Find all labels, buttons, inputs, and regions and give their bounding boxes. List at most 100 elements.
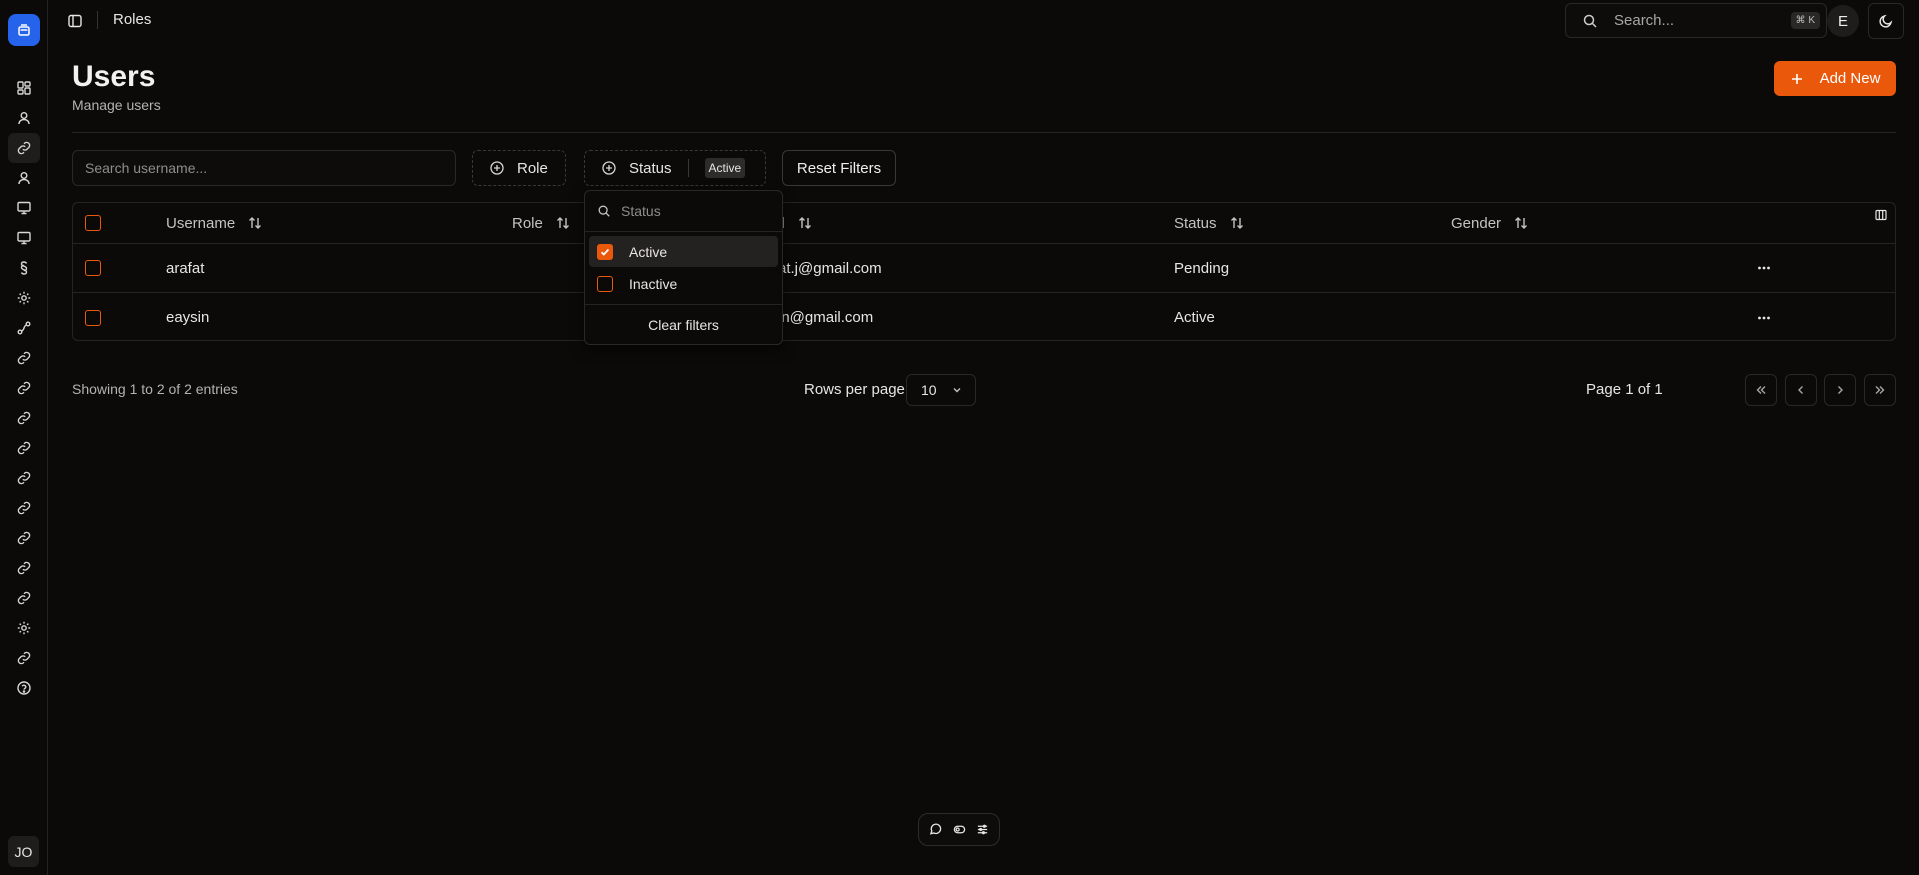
user-avatar[interactable]: E: [1827, 5, 1859, 37]
sidebar-item-19[interactable]: [8, 643, 40, 673]
search-icon: [597, 204, 611, 218]
moon-icon: [1879, 14, 1893, 28]
link-icon: [16, 470, 32, 486]
clear-filters-button[interactable]: Clear filters: [589, 309, 778, 340]
gear-icon: [16, 290, 32, 306]
status-filter-button[interactable]: Status Active: [584, 150, 766, 186]
sidebar-item-17[interactable]: [8, 583, 40, 613]
table-row[interactable]: eaysin in@gmail.com Active: [73, 293, 1895, 342]
username-search-input[interactable]: [72, 150, 456, 186]
previous-page-button[interactable]: [1785, 374, 1817, 406]
chat-icon[interactable]: [929, 823, 942, 836]
sidebar-item-7[interactable]: [8, 283, 40, 313]
link-icon: [16, 410, 32, 426]
sidebar-item-5[interactable]: [8, 223, 40, 253]
rows-per-page-value: 10: [921, 382, 937, 398]
sidebar-item-18[interactable]: [8, 613, 40, 643]
status-search-field[interactable]: Status: [585, 191, 782, 232]
sidebar-item-9[interactable]: [8, 343, 40, 373]
sidebar-item-14[interactable]: [8, 493, 40, 523]
rows-per-page-select[interactable]: 10: [906, 374, 976, 406]
sidebar-toggle-button[interactable]: [64, 10, 86, 32]
checkbox-unchecked[interactable]: [597, 275, 613, 292]
cell-status: Active: [1174, 309, 1215, 326]
sidebar: JO: [0, 0, 48, 875]
select-all-checkbox[interactable]: [85, 215, 101, 231]
status-filter-chip: Active: [704, 158, 746, 178]
global-search-button[interactable]: Search... ⌘ K: [1565, 3, 1827, 38]
add-new-button[interactable]: Add New: [1774, 61, 1896, 96]
role-filter-button[interactable]: Role: [472, 150, 566, 186]
status-option-active[interactable]: Active: [589, 236, 778, 267]
first-page-button[interactable]: [1745, 374, 1777, 406]
sidebar-item-10[interactable]: [8, 373, 40, 403]
status-option-inactive[interactable]: Inactive: [589, 268, 778, 299]
table-row[interactable]: arafat at.j@gmail.com Pending: [73, 244, 1895, 293]
user-icon: [16, 110, 32, 126]
monitor-icon: [16, 230, 32, 246]
cell-email: in@gmail.com: [778, 309, 874, 326]
entries-info: Showing 1 to 2 of 2 entries: [72, 381, 238, 397]
link-icon: [16, 380, 32, 396]
panel-left-icon: [68, 14, 82, 28]
app-logo[interactable]: [8, 14, 40, 46]
sidebar-item-16[interactable]: [8, 553, 40, 583]
sort-icon: [1229, 215, 1245, 231]
column-header-username[interactable]: Username: [166, 203, 263, 243]
plus-circle-icon: [601, 160, 617, 176]
sidebar-item-0[interactable]: [8, 73, 40, 103]
more-horizontal-icon: [1758, 266, 1770, 270]
sidebar-item-12[interactable]: [8, 433, 40, 463]
filter-separator: [687, 159, 689, 177]
sidebar-item-3[interactable]: [8, 163, 40, 193]
sidebar-item-4[interactable]: [8, 193, 40, 223]
chevron-left-icon: [1798, 386, 1803, 394]
row-actions-button[interactable]: [1756, 244, 1772, 292]
status-option-label: Active: [629, 243, 668, 260]
column-header-label: Role: [512, 214, 543, 232]
link-icon: [16, 140, 32, 156]
sidebar-item-1[interactable]: [8, 103, 40, 133]
row-checkbox[interactable]: [85, 309, 101, 326]
sidebar-item-11[interactable]: [8, 403, 40, 433]
column-header-role[interactable]: Role: [512, 203, 571, 243]
link-icon: [16, 530, 32, 546]
columns-toggle-icon[interactable]: [1875, 209, 1887, 221]
status-option-label: Inactive: [629, 275, 678, 292]
search-shortcut-badge: ⌘ K: [1790, 12, 1820, 29]
gear-icon: [16, 620, 32, 636]
sidebar-item-2[interactable]: [8, 133, 40, 163]
sort-icon: [247, 215, 263, 231]
sidebar-user-avatar[interactable]: JO: [8, 836, 39, 867]
column-header-gender[interactable]: Gender: [1451, 203, 1529, 243]
popover-divider: [585, 304, 782, 305]
row-checkbox[interactable]: [85, 260, 101, 276]
checkbox-checked[interactable]: [597, 243, 613, 260]
sidebar-item-6[interactable]: [8, 253, 40, 283]
column-header-email[interactable]: il: [778, 203, 813, 243]
last-page-button[interactable]: [1864, 374, 1896, 406]
floating-toolbar: [918, 813, 1000, 846]
column-header-label: Username: [166, 214, 236, 232]
sidebar-item-15[interactable]: [8, 523, 40, 553]
column-header-status[interactable]: Status: [1174, 203, 1245, 243]
status-search-placeholder: Status: [621, 203, 661, 219]
topbar-separator: [97, 11, 98, 29]
toggle-icon[interactable]: [953, 823, 966, 836]
chevron-right-icon: [1838, 386, 1843, 394]
chevrons-left-icon: [1756, 386, 1766, 394]
reset-filters-button[interactable]: Reset Filters: [782, 150, 896, 186]
theme-toggle-button[interactable]: [1868, 3, 1904, 39]
settings-sliders-icon[interactable]: [976, 823, 989, 836]
sidebar-item-20[interactable]: [8, 673, 40, 703]
link-icon: [16, 440, 32, 456]
header-divider: [72, 132, 1896, 133]
link-icon: [16, 590, 32, 606]
sidebar-item-8[interactable]: [8, 313, 40, 343]
sidebar-item-13[interactable]: [8, 463, 40, 493]
plus-circle-icon: [489, 160, 505, 176]
row-actions-button[interactable]: [1756, 293, 1772, 342]
breadcrumb: Roles: [113, 11, 152, 28]
next-page-button[interactable]: [1824, 374, 1856, 406]
rows-per-page-label: Rows per page: [804, 381, 905, 398]
